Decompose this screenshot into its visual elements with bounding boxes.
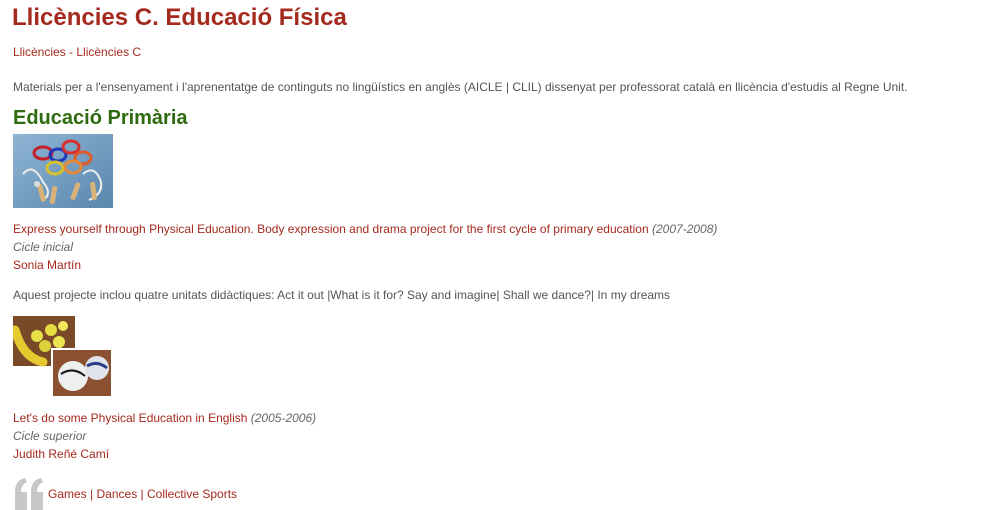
quote-icon (15, 478, 43, 510)
project-2-author-link[interactable]: Judith Reñé Camí (13, 447, 109, 461)
project-1-title-link[interactable]: Express yourself through Physical Educat… (13, 222, 649, 236)
project-1-years: (2007-2008) (652, 222, 718, 236)
project-2-cycle: Cicle superior (13, 429, 87, 443)
tag-collective-sports[interactable]: Collective Sports (147, 487, 237, 501)
project-2-years: (2005-2006) (250, 411, 317, 425)
tag-separator: | (90, 487, 94, 501)
tag-dances[interactable]: Dances (97, 487, 138, 501)
project-1-description: Aquest projecte inclou quatre unitats di… (13, 288, 671, 302)
balls-photo (13, 316, 113, 398)
tag-games[interactable]: Games (48, 487, 87, 501)
tag-separator: | (140, 487, 144, 501)
page-title: Llicències C. Educació Física (12, 4, 347, 31)
project-1-cycle: Cicle inicial (13, 240, 74, 254)
breadcrumb-item-llicencies[interactable]: Llicències (13, 45, 66, 59)
section-heading: Educació Primària (13, 107, 188, 129)
breadcrumb: Llicències - Llicències C (13, 45, 141, 59)
breadcrumb-item-llicencies-c[interactable]: Llicències C (76, 45, 141, 59)
intro-text: Materials per a l'ensenyament i l'aprene… (13, 80, 908, 94)
tags-block: Games | Dances | Collective Sports (13, 476, 273, 510)
project-2-image[interactable] (13, 316, 113, 398)
project-2-title-link[interactable]: Let's do some Physical Education in Engl… (13, 411, 247, 425)
tag-list: Games | Dances | Collective Sports (48, 487, 237, 501)
breadcrumb-separator: - (65, 45, 77, 59)
project-1-image[interactable] (13, 134, 113, 208)
project-1-title-line: Express yourself through Physical Educat… (13, 222, 717, 236)
jump-ropes-photo (13, 134, 113, 208)
project-2-title-line: Let's do some Physical Education in Engl… (13, 411, 316, 425)
project-1-author-link[interactable]: Sonia Martín (13, 258, 81, 272)
